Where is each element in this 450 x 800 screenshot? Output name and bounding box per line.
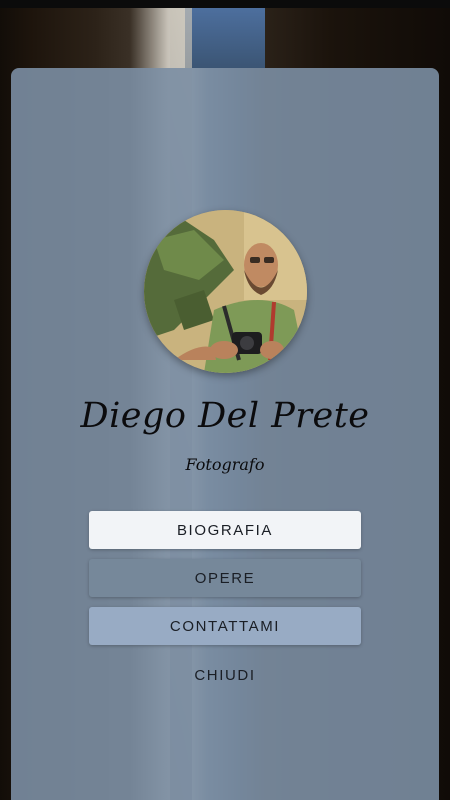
opere-button[interactable]: OPERE	[89, 559, 361, 597]
background-sky	[185, 8, 265, 68]
status-bar	[0, 0, 450, 8]
profile-name: Diego Del Prete	[80, 396, 370, 436]
profile-photo	[144, 210, 307, 373]
profile-avatar	[144, 210, 307, 373]
app-screen: Diego Del Prete Fotografo BIOGRAFIA OPER…	[0, 0, 450, 800]
chiudi-button[interactable]: CHIUDI	[89, 656, 361, 694]
contattami-button[interactable]: CONTATTAMI	[89, 607, 361, 645]
biografia-button[interactable]: BIOGRAFIA	[89, 511, 361, 549]
profile-subtitle: Fotografo	[185, 455, 265, 474]
